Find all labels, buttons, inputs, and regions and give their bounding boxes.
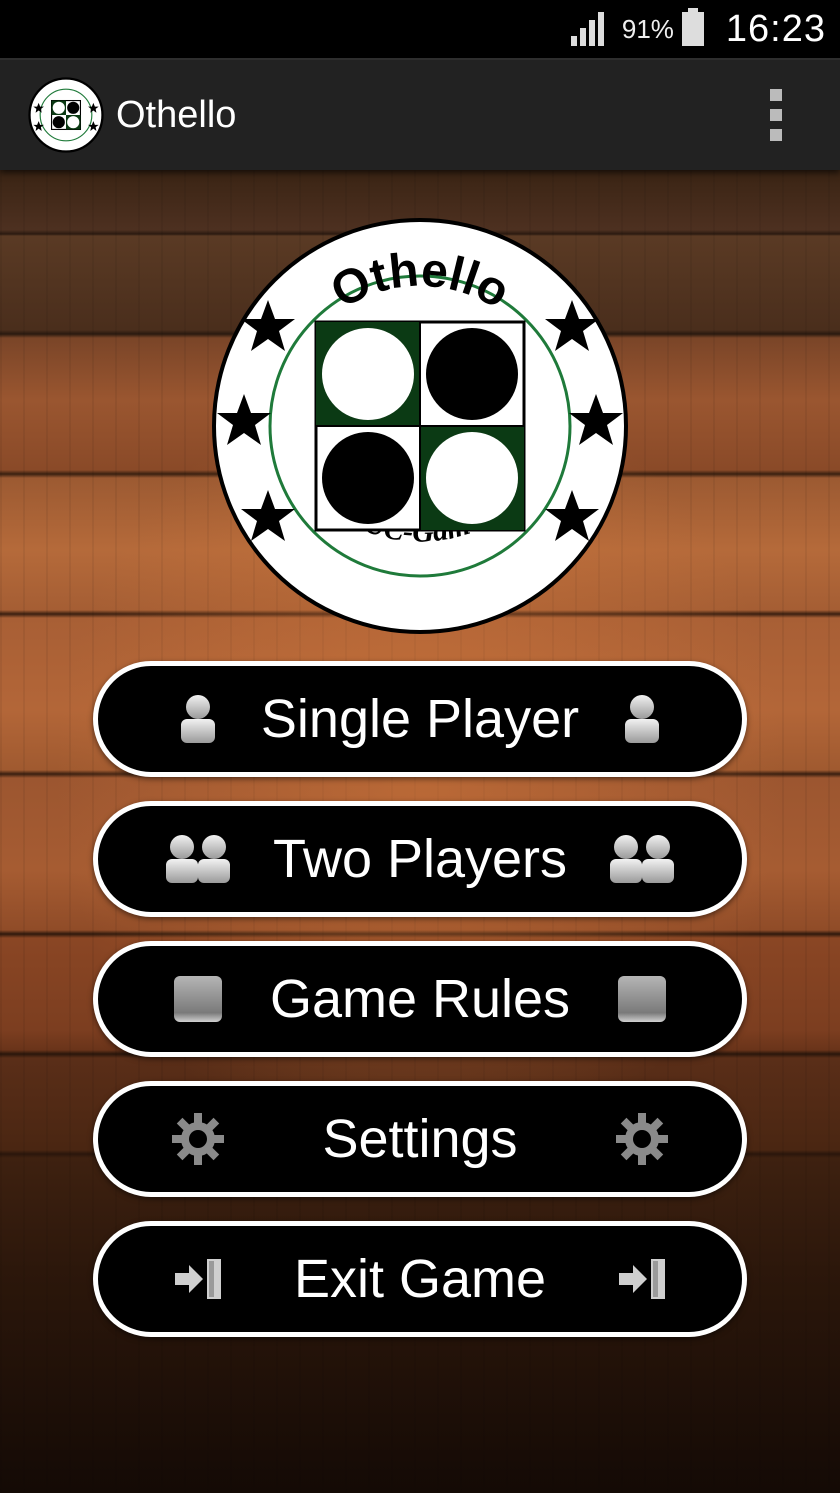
two-players-button[interactable]: Two Players (93, 801, 747, 917)
app-title: Othello (116, 93, 237, 136)
status-bar: 91% 16:23 (0, 0, 840, 58)
settings-button[interactable]: Settings (93, 1081, 747, 1197)
single-player-button[interactable]: Single Player (93, 661, 747, 777)
gear-icon (602, 1104, 682, 1174)
two-persons-icon (602, 824, 682, 894)
settings-label: Settings (322, 1109, 518, 1169)
single-player-label: Single Player (260, 689, 580, 749)
exit-game-button[interactable]: Exit Game (93, 1221, 747, 1337)
exit-game-label: Exit Game (293, 1249, 547, 1309)
othello-emblem: Othello TUC-Games (212, 218, 628, 634)
person-icon (602, 684, 682, 754)
battery-icon (681, 8, 704, 46)
person-icon (158, 684, 238, 754)
othello-logo-icon[interactable] (28, 77, 104, 153)
exit-door-icon (158, 1244, 238, 1314)
exit-door-icon (602, 1244, 682, 1314)
square-icon (602, 964, 682, 1034)
signal-icon (570, 12, 604, 46)
clock: 16:23 (725, 7, 826, 50)
gear-icon (158, 1104, 238, 1174)
battery-percent: 91% (621, 13, 674, 44)
game-rules-button[interactable]: Game Rules (93, 941, 747, 1057)
game-rules-label: Game Rules (269, 969, 571, 1029)
overflow-menu-icon[interactable] (770, 89, 782, 141)
square-icon (158, 964, 238, 1034)
two-players-label: Two Players (272, 829, 568, 889)
action-bar: Othello (0, 58, 840, 170)
two-persons-icon (158, 824, 238, 894)
